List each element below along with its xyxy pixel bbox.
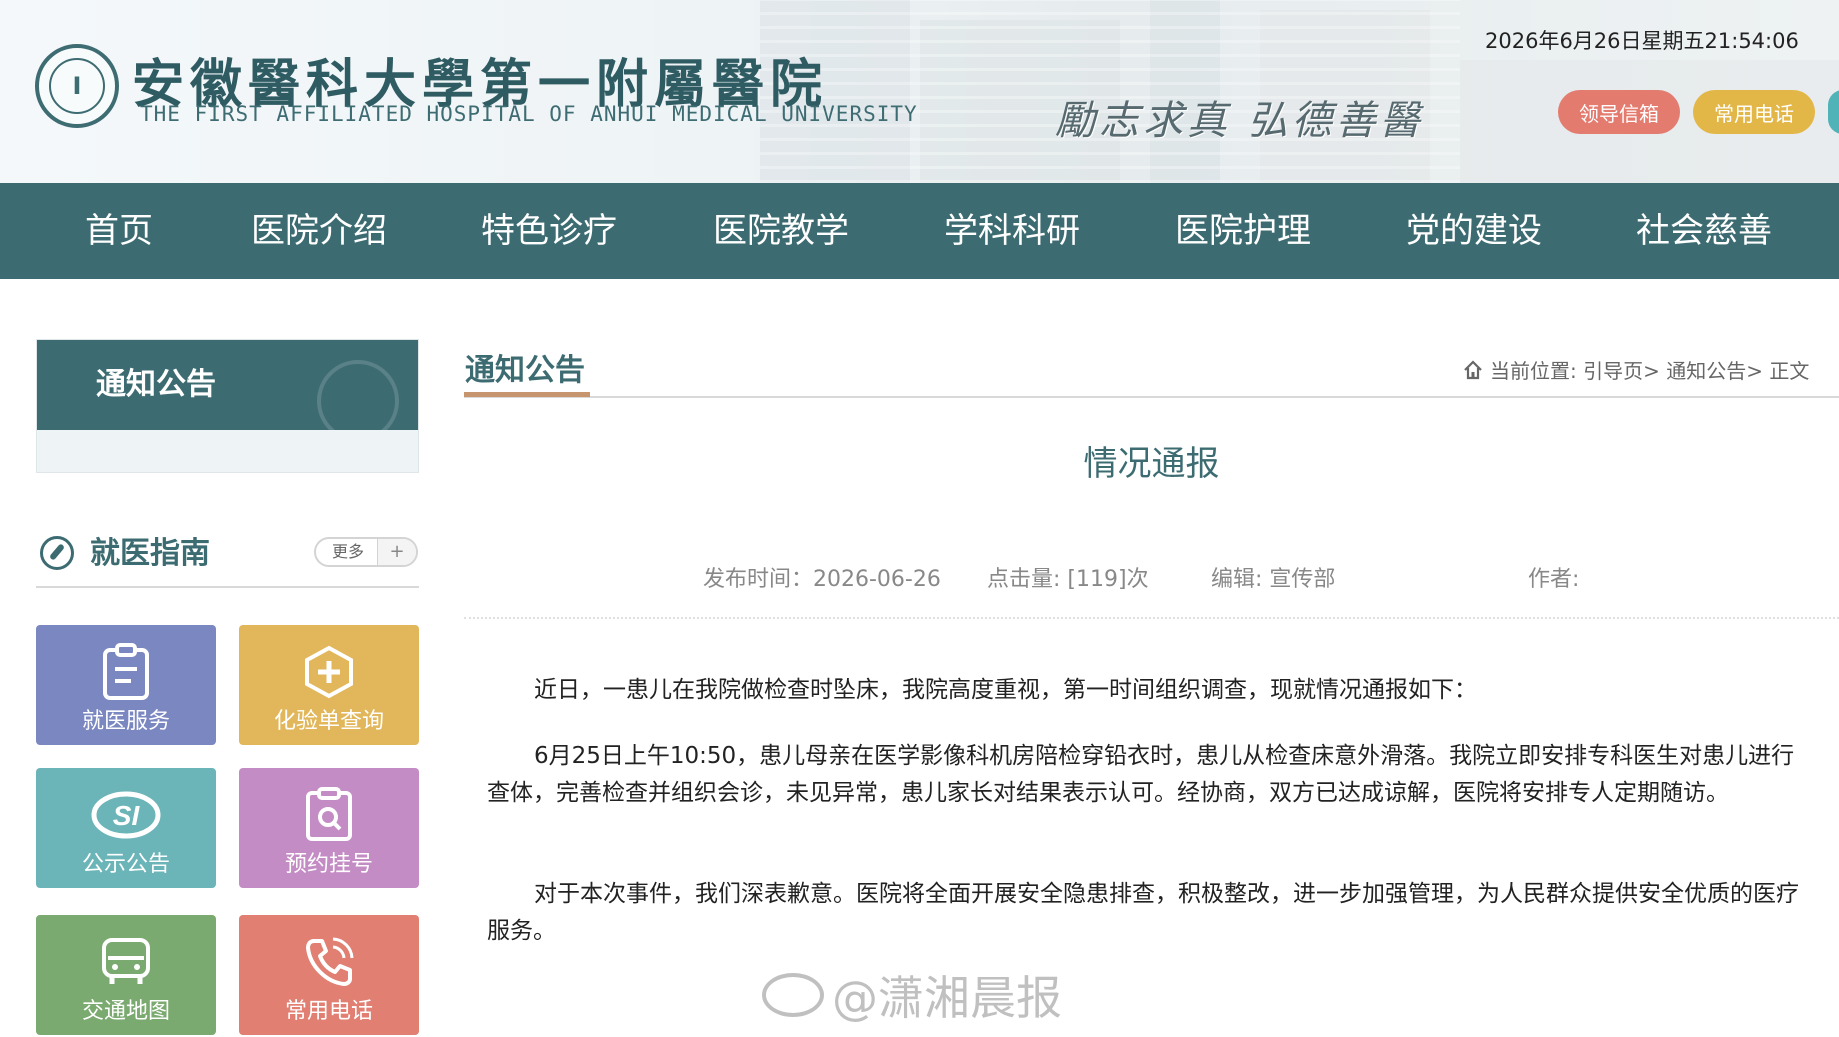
- clipboard-icon: [36, 639, 216, 705]
- plus-icon: +: [377, 539, 416, 565]
- current-datetime: 2026年6月26日星期五21:54:06: [1485, 29, 1799, 53]
- hospital-emblem-icon[interactable]: Ⅰ: [35, 44, 119, 128]
- si-logo-icon: SI: [36, 782, 216, 848]
- tile-label: 预约挂号: [284, 852, 373, 877]
- guide-section-title: 就医指南: [90, 536, 210, 571]
- tile-medical-service[interactable]: 就医服务: [36, 625, 216, 745]
- tile-public-notice[interactable]: SI 公示公告: [36, 768, 216, 888]
- hospital-name-en: THE FIRST AFFILIATED HOSPITAL OF ANHUI M…: [140, 102, 918, 126]
- tile-common-phone[interactable]: 常用电话: [239, 915, 419, 1035]
- content-tab-title[interactable]: 通知公告: [465, 345, 585, 389]
- tile-lab-report-query[interactable]: 化验单查询: [239, 625, 419, 745]
- nav-item-about[interactable]: 医院介绍: [251, 183, 387, 279]
- nav-item-research[interactable]: 学科科研: [944, 183, 1080, 279]
- appointment-search-icon: [239, 782, 419, 848]
- tile-label: 就医服务: [81, 709, 170, 734]
- nav-item-party[interactable]: 党的建设: [1406, 183, 1542, 279]
- bus-icon: [36, 929, 216, 995]
- phone-icon: [239, 929, 419, 995]
- tile-label: 化验单查询: [273, 709, 384, 734]
- guide-more-button[interactable]: 更多 +: [314, 537, 418, 567]
- tile-label: 公示公告: [81, 852, 170, 877]
- home-icon[interactable]: [1462, 359, 1484, 381]
- sidebar-notice-header[interactable]: 通知公告: [37, 340, 418, 430]
- medical-cross-icon: [239, 639, 419, 705]
- publish-time: 发布时间：2026-06-26: [703, 567, 941, 592]
- meta-divider: [464, 617, 1839, 619]
- nav-item-teaching[interactable]: 医院教学: [713, 183, 849, 279]
- sidebar-notice-box: 通知公告: [36, 339, 419, 473]
- common-phone-button[interactable]: 常用电话: [1693, 90, 1815, 134]
- weibo-watermark: @潇湘晨报: [762, 962, 1062, 1028]
- nav-item-specialty[interactable]: 特色诊疗: [481, 183, 617, 279]
- more-label: 更多: [332, 542, 365, 561]
- leader-mailbox-button[interactable]: 领导信箱: [1558, 90, 1680, 134]
- guide-section-header: 就医指南 更多 +: [36, 530, 419, 588]
- nav-item-nursing[interactable]: 医院护理: [1175, 183, 1311, 279]
- main-nav: 首页 医院介绍 特色诊疗 医院教学 学科科研 医院护理 党的建设 社会慈善: [0, 183, 1839, 279]
- hospital-motto: 勵志求真 弘德善醫: [1055, 98, 1424, 144]
- weibo-logo-icon: [762, 973, 824, 1017]
- article-paragraph: 6月25日上午10:50，患儿母亲在医学影像科机房陪检穿铅衣时，患儿从检查床意外…: [487, 743, 1795, 806]
- article-paragraph: 对于本次事件，我们深表歉意。医院将全面开展安全隐患排查，积极整改，进一步加强管理…: [487, 881, 1799, 944]
- site-header: Ⅰ 安徽醫科大學第一附屬醫院 THE FIRST AFFILIATED HOSP…: [0, 0, 1839, 183]
- header-extra-button[interactable]: [1828, 90, 1839, 134]
- tile-label: 交通地图: [81, 999, 170, 1024]
- breadcrumb: 当前位置: 引导页> 通知公告> 正文: [1462, 355, 1809, 384]
- nav-item-home[interactable]: 首页: [85, 183, 153, 279]
- author: 作者:: [1528, 567, 1580, 592]
- nav-item-charity[interactable]: 社会慈善: [1636, 183, 1772, 279]
- tile-label: 常用电话: [284, 999, 373, 1024]
- sidebar-notice-title: 通知公告: [96, 367, 216, 402]
- tile-appointment[interactable]: 预约挂号: [239, 768, 419, 888]
- click-count: 点击量: [119]次: [987, 567, 1149, 592]
- watermark-text: @潇湘晨报: [832, 971, 1062, 1025]
- compass-icon: [40, 536, 74, 570]
- content-tab-divider: [464, 396, 1839, 398]
- editor: 编辑: 宣传部: [1211, 567, 1336, 592]
- breadcrumb-text[interactable]: 当前位置: 引导页> 通知公告> 正文: [1490, 355, 1809, 384]
- article-title: 情况通报: [1083, 444, 1220, 484]
- svg-text:SI: SI: [113, 800, 141, 831]
- content-tab-underline: [464, 392, 590, 397]
- tile-traffic-map[interactable]: 交通地图: [36, 915, 216, 1035]
- article-paragraph: 近日，一患儿在我院做检查时坠床，我院高度重视，第一时间组织调查，现就情况通报如下…: [534, 677, 1477, 703]
- emblem-watermark-icon: [317, 360, 399, 430]
